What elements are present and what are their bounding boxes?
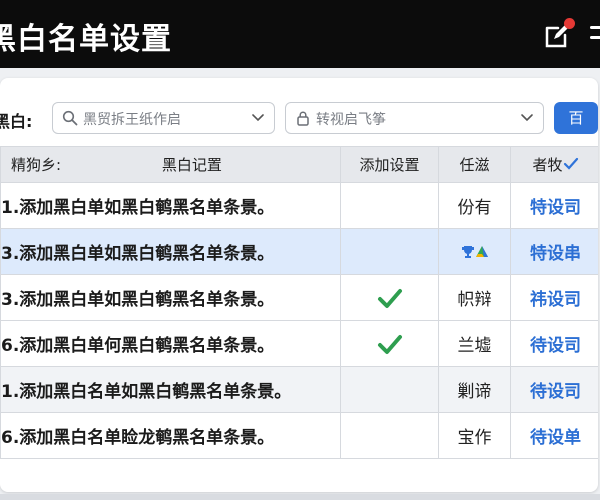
chevron-down-icon[interactable]	[520, 112, 534, 124]
row-status-link[interactable]: 特设串	[510, 228, 598, 275]
table-row[interactable]: 3.添加黑白单如黑白鹌黑名单条景。 特设串	[0, 228, 598, 275]
row-content: 3.添加黑白单如黑白鹌黑名单条景。	[0, 274, 342, 321]
notification-dot	[564, 18, 575, 29]
row-content: 6.添加黑白单何黑白鹌黑名单条景。	[0, 320, 342, 367]
row-owner: 帜辩	[438, 274, 512, 321]
row-setting[interactable]	[340, 366, 440, 413]
header-status[interactable]: 者牧	[510, 146, 598, 183]
check-icon	[377, 334, 402, 354]
header-seq-content: 精狗乡: 黑白记置	[0, 146, 342, 183]
menu-icon[interactable]	[590, 24, 600, 46]
lock-icon	[297, 111, 309, 126]
row-content: 6.添加黑白名单睑龙鹌黑名单条景。	[0, 412, 342, 459]
row-setting[interactable]	[340, 182, 440, 229]
header-setting[interactable]: 添加设置	[340, 146, 440, 183]
table-row[interactable]: 1.添加黑白单如黑白鹌黑名单条景。 份有 特设司	[0, 182, 598, 229]
drive-icon	[475, 245, 488, 257]
table-row[interactable]: 6.添加黑白名单睑龙鹌黑名单条景。 宝作 待设单	[0, 412, 598, 459]
blacklist-table: 精狗乡: 黑白记置 添加设置 任滋 者牧 1.添加黑白单如黑白鹌黑名单条景。 份…	[0, 146, 598, 459]
check-icon	[377, 288, 402, 308]
table-row[interactable]: 6.添加黑白单何黑白鹌黑名单条景。 兰墟 待设司	[0, 320, 598, 367]
row-setting[interactable]	[340, 274, 440, 321]
row-content: 3.添加黑白单如黑白鹌黑名单条景。	[0, 228, 342, 275]
filter-label: 黑白:	[0, 112, 33, 131]
row-setting[interactable]	[340, 412, 440, 459]
header-seq: 精狗乡:	[11, 156, 62, 174]
filter-select[interactable]: 转视启飞筝	[285, 102, 544, 134]
row-owner: 份有	[438, 182, 512, 229]
list-card: 黑白: 黑贸拆王纸作启 转视启飞筝 百 精狗乡: 黑白记置 添加设置 任滋 者牧…	[0, 78, 598, 492]
checkmark-icon	[563, 157, 578, 170]
row-status-link[interactable]: 待设单	[510, 412, 598, 459]
query-button[interactable]: 百	[554, 102, 598, 134]
row-setting[interactable]	[340, 320, 440, 367]
search-icon	[62, 110, 78, 126]
header-owner[interactable]: 任滋	[438, 146, 512, 183]
row-status-link[interactable]: 特设司	[510, 182, 598, 229]
select-placeholder: 转视启飞筝	[316, 112, 386, 128]
table-header-row: 精狗乡: 黑白记置 添加设置 任滋 者牧	[0, 146, 598, 183]
app-header: 黑白名单设置	[0, 0, 600, 68]
row-owner: 宝作	[438, 412, 512, 459]
bottom-strip	[0, 494, 600, 500]
trophy-icon	[461, 245, 474, 258]
table-row[interactable]: 1.添加黑白名单如黑白鹌黑名单条景。 剿谛 待设司	[0, 366, 598, 413]
row-content: 1.添加黑白名单如黑白鹌黑名单条景。	[0, 366, 342, 413]
row-owner	[438, 228, 512, 275]
search-input[interactable]: 黑贸拆王纸作启	[52, 102, 275, 134]
row-owner: 兰墟	[438, 320, 512, 367]
row-owner: 剿谛	[438, 366, 512, 413]
row-status-link[interactable]: 待设司	[510, 320, 598, 367]
header-content: 黑白记置	[161, 156, 222, 174]
search-placeholder: 黑贸拆王纸作启	[83, 112, 181, 128]
row-setting[interactable]	[340, 228, 440, 275]
page-title: 黑白名单设置	[0, 22, 172, 57]
chevron-down-icon[interactable]	[251, 112, 265, 124]
row-content: 1.添加黑白单如黑白鹌黑名单条景。	[0, 182, 342, 229]
header-status-label: 者牧	[532, 156, 563, 174]
row-status-link[interactable]: 待设司	[510, 366, 598, 413]
table-row[interactable]: 3.添加黑白单如黑白鹌黑名单条景。 帜辩 祎设司	[0, 274, 598, 321]
row-status-link[interactable]: 祎设司	[510, 274, 598, 321]
